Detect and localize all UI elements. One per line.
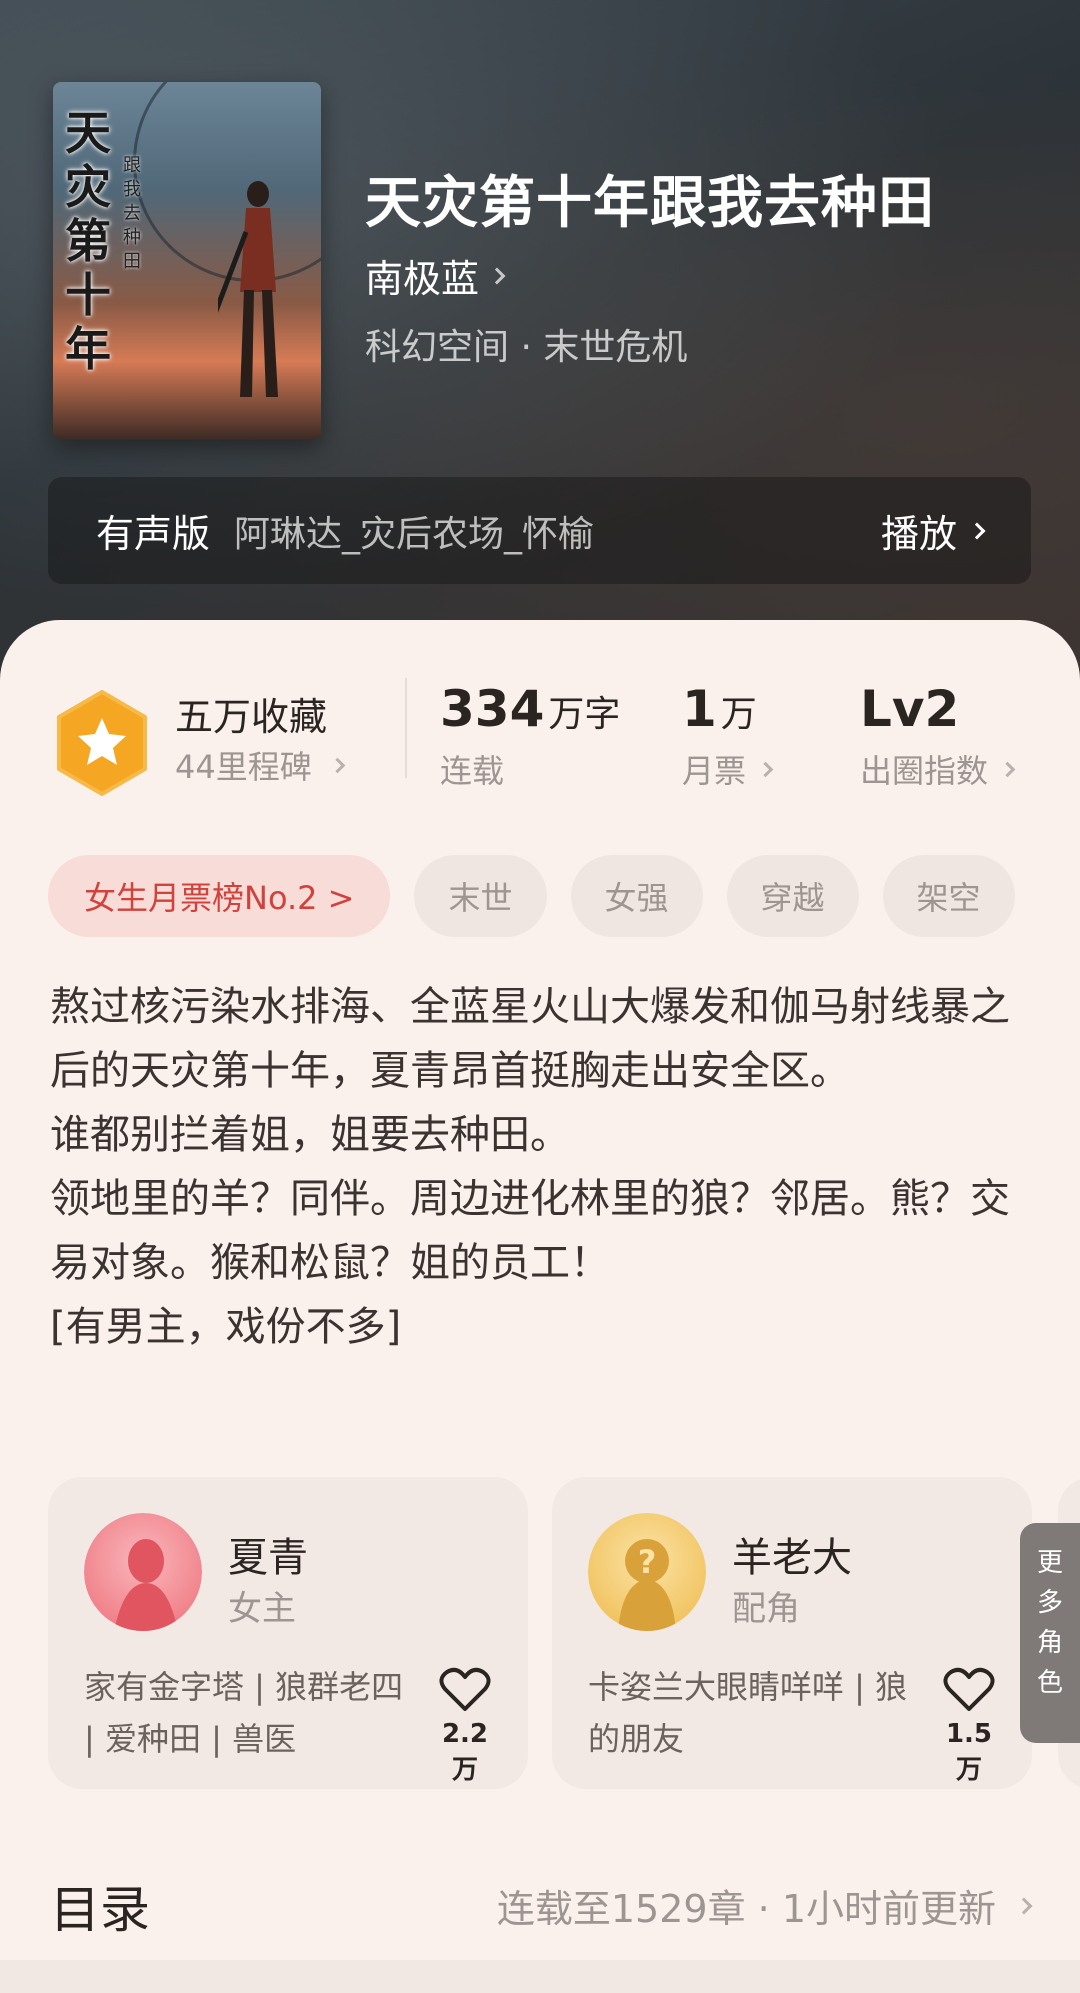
character-avatar: ? — [588, 1513, 706, 1631]
word-count-label: 连载 — [440, 752, 505, 790]
collection-title[interactable]: 五万收藏 — [175, 686, 327, 741]
audio-version-bar[interactable]: 有声版 阿琳达_灾后农场_怀榆 播放 — [48, 477, 1031, 584]
chevron-right-icon — [488, 267, 506, 284]
chevron-right-icon — [1015, 1897, 1033, 1914]
monthly-votes-label: 月票 — [682, 752, 747, 790]
book-synopsis[interactable]: 熬过核污染水排海、全蓝星火山大爆发和伽马射线暴之后的天灾第十年，夏青昂首挺胸走出… — [50, 975, 1040, 1359]
like-button[interactable]: 2.2万 — [430, 1667, 500, 1786]
like-button[interactable]: 1.5万 — [934, 1667, 1004, 1786]
character-role: 女主 — [228, 1589, 296, 1629]
author-name: 南极蓝 — [365, 257, 480, 301]
reach-index-label-row: 出圈指数 — [860, 746, 1016, 792]
audio-label: 有声版 — [96, 512, 211, 556]
book-cover[interactable]: 天灾第十年 跟我去种田 — [53, 82, 321, 440]
catalog-row[interactable]: 目录 连载至1529章 · 1小时前更新 — [0, 1840, 1080, 1960]
catalog-title: 目录 — [50, 1881, 150, 1939]
book-genre[interactable]: 科幻空间 · 末世危机 — [365, 318, 687, 370]
monthly-votes-unit: 万 — [720, 694, 757, 735]
word-count-number: 334 — [440, 680, 545, 738]
tag-item[interactable]: 架空 — [882, 855, 1015, 937]
chevron-right-icon — [329, 757, 346, 773]
star-badge-icon — [57, 690, 147, 796]
like-count: 2.2万 — [441, 1719, 489, 1785]
milestone-link[interactable]: 44里程碑 — [175, 742, 346, 788]
synopsis-paragraph: 熬过核污染水排海、全蓝星火山大爆发和伽马射线暴之后的天灾第十年，夏青昂首挺胸走出… — [50, 984, 1010, 1094]
character-tags: 家有金字塔 | 狼群老四 | 爱种田 | 兽医 — [84, 1668, 404, 1758]
book-title: 天灾第十年跟我去种田 — [365, 170, 935, 236]
tag-item[interactable]: 末世 — [414, 855, 547, 937]
reach-index-stat[interactable]: Lv2 出圈指数 — [860, 680, 1016, 792]
synopsis-paragraph: 谁都别拦着姐，姐要去种田。 — [50, 1112, 570, 1158]
reach-index-label: 出圈指数 — [860, 752, 989, 790]
monthly-votes-number: 1 — [682, 680, 717, 738]
reach-index-number: Lv2 — [860, 680, 960, 738]
like-count: 1.5万 — [945, 1719, 993, 1785]
chevron-right-icon — [968, 522, 986, 539]
character-avatar — [84, 1513, 202, 1631]
audio-description: 阿琳达_灾后农场_怀榆 — [234, 513, 595, 555]
heart-icon — [439, 1667, 491, 1711]
word-count-unit: 万字 — [548, 694, 621, 735]
character-name: 夏青 — [228, 1535, 308, 1581]
word-count-stat: 334 万字 连载 — [440, 680, 620, 792]
tag-item[interactable]: 穿越 — [726, 855, 859, 937]
bottom-divider — [0, 1960, 1080, 1993]
cover-title: 天灾第十年 — [65, 106, 111, 376]
tag-item[interactable]: 女强 — [570, 855, 703, 937]
chevron-right-icon — [999, 761, 1016, 777]
audio-play-button[interactable]: 播放 — [880, 503, 986, 558]
book-detail-card: 五万收藏 44里程碑 334 万字 连载 1万 月票 Lv2 出圈指数 女生月票榜… — [0, 620, 1080, 1993]
cover-figure-illustration — [218, 181, 278, 397]
synopsis-paragraph: 领地里的羊？同伴。周边进化林里的狼？邻居。熊？交易对象。猴和松鼠？姐的员工！ — [50, 1176, 1010, 1286]
catalog-status-text: 连载至1529章 · 1小时前更新 — [496, 1887, 996, 1931]
tag-list: 女生月票榜No.2 > 末世 女强 穿越 架空 — [48, 855, 1015, 937]
more-roles-button[interactable]: 更多角色 — [1020, 1523, 1080, 1743]
audio-play-label: 播放 — [880, 512, 957, 556]
synopsis-paragraph: [有男主，戏份不多] — [50, 1304, 402, 1350]
character-list: 夏青 女主 家有金字塔 | 狼群老四 | 爱种田 | 兽医 2.2万 ? 羊老大… — [48, 1477, 1080, 1797]
monthly-votes-stat[interactable]: 1万 月票 — [682, 680, 774, 792]
catalog-status: 连载至1529章 · 1小时前更新 — [496, 1878, 1033, 1933]
author-link[interactable]: 南极蓝 — [365, 248, 506, 303]
monthly-votes-label-row: 月票 — [682, 746, 774, 792]
character-name: 羊老大 — [732, 1535, 852, 1581]
chevron-right-icon — [757, 761, 774, 777]
milestone-label: 44里程碑 — [175, 748, 312, 786]
cover-subtitle: 跟我去种田 — [123, 155, 141, 272]
character-tags: 卡姿兰大眼睛咩咩 | 狼的朋友 — [588, 1668, 908, 1758]
character-card[interactable]: ? 羊老大 配角 卡姿兰大眼睛咩咩 | 狼的朋友 1.5万 — [552, 1477, 1032, 1789]
svg-text:?: ? — [638, 1543, 657, 1581]
tag-rank-monthly[interactable]: 女生月票榜No.2 > — [48, 855, 391, 937]
heart-icon — [943, 1667, 995, 1711]
character-role: 配角 — [732, 1589, 800, 1629]
stats-divider — [405, 678, 407, 778]
book-header: 天灾第十年 跟我去种田 天灾第十年跟我去种田 南极蓝 科幻空间 · 末世危机 有… — [0, 0, 1080, 680]
character-card[interactable]: 夏青 女主 家有金字塔 | 狼群老四 | 爱种田 | 兽医 2.2万 — [48, 1477, 528, 1789]
